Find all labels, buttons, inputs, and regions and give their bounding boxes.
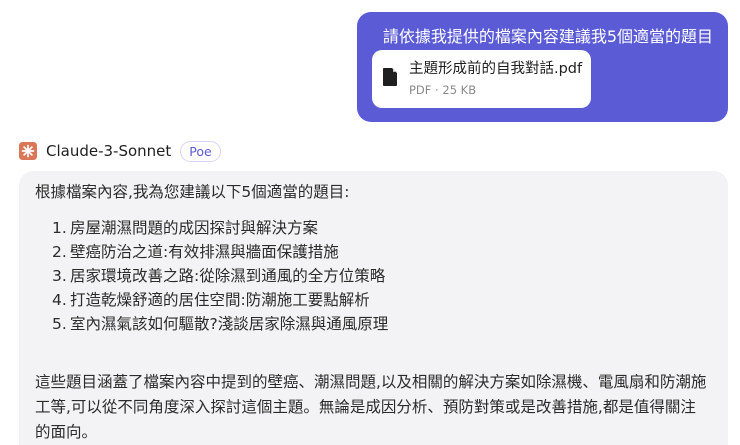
list-item: 5. 室內濕氣該如何驅散?淺談居家除濕與通風原理 xyxy=(52,315,389,333)
document-icon xyxy=(383,68,397,86)
claude-logo-icon xyxy=(19,142,37,160)
list-item: 4. 打造乾燥舒適的居住空間:防潮施工要點解析 xyxy=(52,291,370,309)
attachment-card[interactable]: 主題形成前的自我對話.pdf PDF · 25 KB xyxy=(372,50,591,108)
list-item: 3. 居家環境改善之路:從除濕到通風的全方位策略 xyxy=(52,267,386,285)
bot-header: Claude-3-Sonnet Poe xyxy=(19,139,221,163)
bot-message-bubble: 根據檔案內容,我為您建議以下5個適當的題目: 1. 房屋潮濕問題的成因探討與解決方… xyxy=(19,171,728,445)
poe-badge: Poe xyxy=(180,140,221,162)
suggestion-list: 1. 房屋潮濕問題的成因探討與解決方案 2. 壁癌防治之道:有效排濕與牆面保護措施 … xyxy=(52,216,712,336)
attachment-meta: PDF · 25 KB xyxy=(409,83,477,97)
chat-page: 請依據我提供的檔案內容建議我5個適當的題目 主題形成前的自我對話.pdf PDF… xyxy=(0,0,740,445)
attachment-name: 主題形成前的自我對話.pdf xyxy=(409,61,583,77)
bot-name[interactable]: Claude-3-Sonnet xyxy=(46,142,171,160)
user-message-bubble: 請依據我提供的檔案內容建議我5個適當的題目 主題形成前的自我對話.pdf PDF… xyxy=(357,12,728,122)
response-intro: 根據檔案內容,我為您建議以下5個適當的題目: xyxy=(35,183,350,201)
user-message-text: 請依據我提供的檔案內容建議我5個適當的題目 xyxy=(382,27,713,46)
response-summary: 這些題目涵蓋了檔案內容中提到的壁癌、潮濕問題,以及相關的解決方案如除濕機、電風扇… xyxy=(35,373,707,441)
list-item: 1. 房屋潮濕問題的成因探討與解決方案 xyxy=(52,219,319,237)
list-item: 2. 壁癌防治之道:有效排濕與牆面保護措施 xyxy=(52,243,339,261)
